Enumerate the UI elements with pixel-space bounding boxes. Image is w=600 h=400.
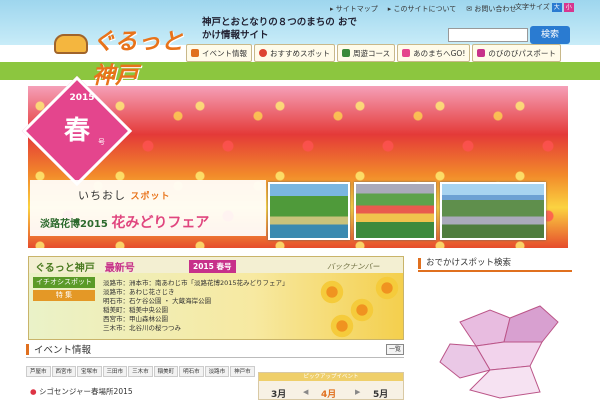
calendar-header: ピックアップイベント [259,373,403,381]
hero-ichioshi: いちおし スポット [78,187,171,203]
city-tab[interactable]: 神戸市 [230,366,255,377]
spot-list: 淡路市：洲本市：南あわじ市「淡路花博2015花みどりフェア」 淡路市：あわじ花さ… [103,279,293,333]
ichioshi-pill: イチオシスポット [33,277,95,288]
car-icon [54,34,88,54]
header-grass [0,62,600,80]
hero-season-suffix: 号 [98,138,105,146]
city-tab[interactable]: 芦屋市 [26,366,51,377]
passport-icon [477,49,486,57]
city-tab[interactable]: 明石市 [179,366,204,377]
promo-title-b: 最新号 [104,263,135,274]
font-size-label: 文字サイズ [515,3,550,11]
about-link[interactable]: ▸ このサイトについて [388,4,457,14]
city-tab[interactable]: 西宮市 [51,366,77,377]
nav-passport-label: のびのびパスポート [488,48,556,58]
month-prev[interactable]: 3月 [271,387,286,400]
spot-item[interactable]: 明石市：石ケ谷公園 ・ 大蔵海岸公園 [103,297,293,306]
font-large-button[interactable]: 大 [551,2,562,12]
map-region[interactable] [459,309,511,347]
daffodil-image [374,275,400,301]
hero-photo-2[interactable] [354,182,436,240]
nav-events[interactable]: イベント情報 [186,44,252,62]
month-current[interactable]: 4月 [321,387,336,400]
daffodil-image [329,313,355,339]
spot-item[interactable]: 西宮市：甲山森林公園 [103,315,293,324]
hero-photo-3[interactable] [440,182,546,240]
arrow-left-icon[interactable]: ◀ [303,388,308,396]
tree-icon [342,49,350,57]
spot-item[interactable]: 淡路市：洲本市：南あわじ市「淡路花博2015花みどりフェア」 [103,279,293,288]
city-tab[interactable]: 稲美町 [153,366,179,377]
spot-item[interactable]: 三木市：北谷川の桜つつみ [103,324,293,333]
back-number-link[interactable]: バックナンバー [327,261,380,272]
hero-photo-1[interactable] [268,182,350,240]
pin-icon [259,49,267,57]
promo-title: ぐるっと神戸 最新号 [35,259,135,274]
about-label: このサイトについて [393,5,457,13]
arrow-right-icon[interactable]: ▶ [355,388,360,396]
nav-go[interactable]: あのまちへGO! [397,44,471,62]
event-item[interactable]: ● シゴセンジャー春場所2015 [30,386,133,397]
bullet-icon: ● [30,387,37,396]
event-name: 花みどりフェア [111,215,210,231]
spot-item[interactable]: 稲美町：稲美中央公園 [103,306,293,315]
spot-text: スポット [130,192,171,202]
search-button[interactable]: 検索 [530,26,570,44]
nav-passport[interactable]: のびのびパスポート [472,44,561,62]
city-tab[interactable]: 三木市 [128,366,153,377]
hero-year: 2015 [69,93,95,103]
spot-item[interactable]: 淡路市：あわじ花さじき [103,288,293,297]
nav-courses-label: 周遊コース [353,48,391,58]
month-next[interactable]: 5月 [373,387,388,400]
spot-search-title: おでかけスポット検索 [418,256,572,272]
feature-pill: 特 集 [33,290,95,301]
ichioshi-text: いちおし [78,189,126,202]
contact-label: お問い合わせ [474,5,517,13]
area-map[interactable] [430,282,570,400]
city-tab[interactable]: 淡路市 [204,366,230,377]
event-item-label: シゴセンジャー春場所2015 [38,387,133,396]
nav-courses[interactable]: 周遊コース [337,44,396,62]
hero-event-title: 淡路花博2015 花みどりフェア [40,212,209,232]
tagline: 神戸とおとなりの８つのまちの おでかけ情報サイト [202,17,358,41]
font-small-button[interactable]: 小 [563,2,574,12]
contact-link[interactable]: ✉ お問い合わせ [466,4,516,14]
search-input[interactable] [448,28,528,42]
font-size-control: 文字サイズ 大 小 [515,2,574,12]
sitemap-link[interactable]: ▸ サイトマップ [330,4,378,14]
promo-title-a: ぐるっと神戸 [35,263,95,274]
events-section-title: イベント情報 [26,342,404,358]
calendar-icon [191,49,199,57]
event-calendar: ピックアップイベント 3月 ◀ 4月 ▶ 5月 [258,372,404,400]
nav-go-label: あのまちへGO! [413,48,466,58]
nav-spots-label: おすすめスポット [270,48,330,58]
issue-badge: 2015 春号 [189,260,236,273]
site-logo[interactable]: ぐるっと神戸 [26,8,186,89]
nav-spots[interactable]: おすすめスポット [254,44,335,62]
nav-events-label: イベント情報 [202,48,247,58]
city-tab[interactable]: 宝塚市 [77,366,102,377]
city-tabs: 芦屋市 西宮市 宝塚市 三田市 三木市 稲美町 明石市 淡路市 神戸市 [26,366,255,377]
events-list-button[interactable]: 一覧 [386,344,404,355]
map-region[interactable] [503,305,559,343]
event-prefix: 淡路花博2015 [40,219,108,230]
sitemap-label: サイトマップ [335,5,378,13]
latest-issue-panel[interactable]: ぐるっと神戸 最新号 2015 春号 バックナンバー イチオシスポット 特 集 … [28,256,404,340]
hero-season: 春 [63,116,90,146]
daffodil-image [319,279,345,305]
main-nav: イベント情報 おすすめスポット 周遊コース あのまちへGO! のびのびパスポート [186,44,561,62]
top-links: ▸ サイトマップ ▸ このサイトについて ✉ お問い合わせ [330,4,516,14]
logo-text: ぐるっと神戸 [92,29,184,89]
city-tab[interactable]: 三田市 [102,366,128,377]
car-icon [402,49,411,57]
